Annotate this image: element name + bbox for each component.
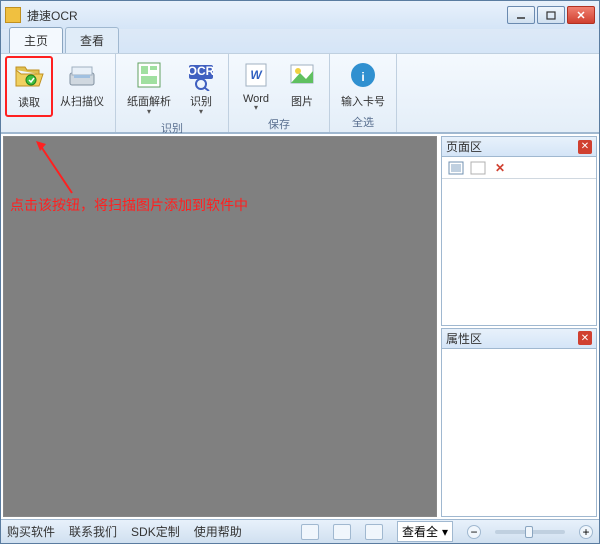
image-button[interactable]: 图片: [279, 56, 325, 115]
chevron-down-icon: ▾: [199, 107, 203, 116]
zoom-out-button[interactable]: −: [467, 525, 481, 539]
word-icon: W: [240, 59, 272, 91]
delete-icon[interactable]: ✕: [492, 161, 508, 175]
svg-text:i: i: [361, 70, 364, 84]
tab-view[interactable]: 查看: [65, 27, 119, 53]
zoom-in-button[interactable]: +: [579, 525, 593, 539]
ribbon-tabs: 主页 查看: [1, 29, 599, 53]
page-panel: 页面区 ✕ ✕: [441, 136, 597, 326]
ocr-button[interactable]: OCR 识别 ▾: [178, 56, 224, 119]
contact-link[interactable]: 联系我们: [69, 523, 117, 540]
ocr-icon: OCR: [185, 59, 217, 91]
sdk-link[interactable]: SDK定制: [131, 523, 180, 540]
read-button[interactable]: 读取: [5, 56, 53, 117]
page-panel-close[interactable]: ✕: [578, 140, 592, 154]
parse-button[interactable]: 纸面解析 ▾: [120, 56, 178, 119]
status-view1-icon[interactable]: [301, 524, 319, 540]
thumbnail-icon[interactable]: [448, 161, 464, 175]
page-panel-body: [442, 179, 596, 325]
scanner-icon: [66, 59, 98, 91]
license-button[interactable]: i 输入卡号: [334, 56, 392, 113]
group-save-label: 保存: [233, 115, 325, 134]
statusbar: 购买软件 联系我们 SDK定制 使用帮助 查看全▾ − +: [1, 519, 599, 543]
list-icon[interactable]: [470, 161, 486, 175]
minimize-button[interactable]: [507, 6, 535, 24]
layout-icon: [133, 59, 165, 91]
status-view2-icon[interactable]: [333, 524, 351, 540]
zoom-select[interactable]: 查看全▾: [397, 521, 453, 542]
ribbon: 读取 从扫描仪 纸面解析 ▾ OCR 识别 ▾: [1, 53, 599, 133]
scanner-button[interactable]: 从扫描仪: [53, 56, 111, 117]
page-panel-title: 页面区: [446, 138, 578, 155]
folder-open-icon: [13, 60, 45, 92]
property-panel: 属性区 ✕: [441, 328, 597, 518]
group-selectall-label: 全选: [334, 113, 392, 132]
help-link[interactable]: 使用帮助: [194, 523, 242, 540]
app-icon: [5, 7, 21, 23]
chevron-down-icon: ▾: [254, 103, 258, 112]
tab-home[interactable]: 主页: [9, 27, 63, 53]
zoom-slider[interactable]: [495, 530, 565, 534]
status-view3-icon[interactable]: [365, 524, 383, 540]
chevron-down-icon: ▾: [147, 107, 151, 116]
property-panel-body: [442, 349, 596, 517]
picture-icon: [286, 59, 318, 91]
annotation-text: 点击该按钮，将扫描图片添加到软件中: [10, 195, 248, 215]
zoom-thumb[interactable]: [525, 526, 533, 538]
titlebar: 捷速OCR: [1, 1, 599, 29]
property-panel-close[interactable]: ✕: [578, 331, 592, 345]
maximize-button[interactable]: [537, 6, 565, 24]
buy-link[interactable]: 购买软件: [7, 523, 55, 540]
svg-text:OCR: OCR: [188, 64, 215, 78]
info-icon: i: [347, 59, 379, 91]
window-title: 捷速OCR: [27, 7, 507, 24]
main-canvas: 点击该按钮，将扫描图片添加到软件中: [3, 136, 437, 517]
annotation-arrow: [36, 141, 76, 201]
property-panel-title: 属性区: [446, 330, 578, 347]
svg-text:W: W: [250, 68, 263, 82]
chevron-down-icon: ▾: [442, 525, 448, 539]
close-button[interactable]: [567, 6, 595, 24]
word-button[interactable]: W Word ▾: [233, 56, 279, 115]
